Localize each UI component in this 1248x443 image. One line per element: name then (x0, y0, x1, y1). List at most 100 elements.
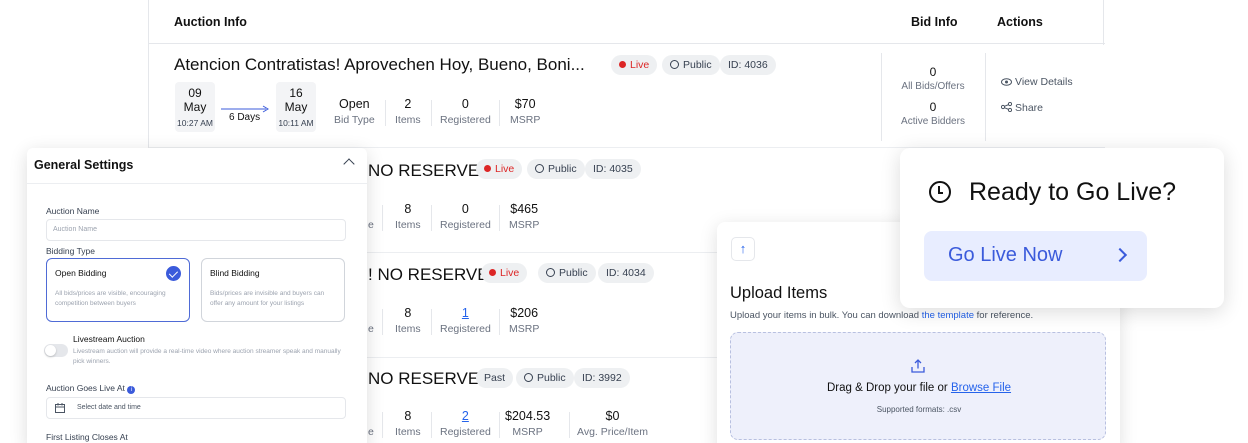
status-badge: Past (476, 368, 514, 388)
auction-title[interactable]: NO RESERVES (368, 161, 491, 181)
go-live-button[interactable]: Go Live Now (924, 231, 1147, 281)
calendar-icon (55, 403, 65, 413)
msrp-stat: $206 MSRP (509, 306, 540, 335)
divider (499, 100, 500, 126)
browse-file-link[interactable]: Browse File (951, 382, 1011, 394)
id-badge: ID: 4034 (598, 263, 654, 283)
goes-live-label: Auction Goes Live At i (46, 383, 136, 394)
dropzone-text: Drag & Drop your file or Browse File (826, 382, 1012, 394)
date-time-input[interactable]: Select date and time (46, 397, 346, 419)
eye-icon (1001, 78, 1012, 86)
go-live-card: Ready to Go Live? Go Live Now (900, 148, 1224, 308)
upload-title: Upload Items (730, 284, 828, 302)
start-date: 09 May 10:27 AM (175, 82, 215, 132)
status-badge: Live (481, 263, 528, 283)
items-stat: 2 Items (395, 97, 421, 126)
info-icon: i (127, 386, 136, 394)
divider (382, 309, 383, 335)
upload-arrow-icon: ↑ (731, 237, 755, 261)
auction-name-input[interactable]: Auction Name (46, 219, 346, 241)
upload-icon (911, 359, 925, 373)
registered-stat[interactable]: 1 Registered (440, 306, 491, 335)
items-stat: 8 Items (395, 202, 421, 231)
divider (881, 53, 882, 141)
live-dot-icon (619, 61, 626, 68)
first-closes-label: First Listing Closes At (46, 432, 128, 442)
duration: 6 Days (229, 112, 261, 123)
registered-stat[interactable]: 2 Registered (440, 409, 491, 438)
chevron-right-icon (1112, 247, 1128, 263)
divider (499, 309, 500, 335)
divider (431, 412, 432, 438)
visibility-badge: Public (527, 159, 585, 179)
divider (385, 100, 386, 126)
divider (569, 412, 570, 438)
globe-icon (524, 373, 533, 382)
msrp-stat: $465 MSRP (509, 202, 540, 231)
table-row[interactable]: Atencion Contratistas! Aprovechen Hoy, B… (149, 45, 1105, 148)
divider (431, 309, 432, 335)
globe-icon (546, 268, 555, 277)
id-badge: ID: 3992 (574, 368, 630, 388)
open-bidding-option[interactable]: Open Bidding All bids/prices are visible… (46, 258, 190, 322)
view-details-link[interactable]: View Details (1001, 76, 1073, 88)
bid-type-stat: Open Bid Type (334, 97, 375, 126)
live-dot-icon (489, 269, 496, 276)
divider (431, 205, 432, 231)
divider (985, 53, 986, 141)
live-dot-icon (484, 165, 491, 172)
divider (382, 205, 383, 231)
bids-stat: 0 All Bids/Offers (901, 65, 965, 92)
settings-title: General Settings (34, 158, 134, 172)
bid-type-stat: e (368, 219, 374, 231)
divider (499, 412, 500, 438)
visibility-badge: Public (516, 368, 574, 388)
share-link[interactable]: Share (1000, 101, 1043, 114)
status-badge: Live (476, 159, 523, 179)
blind-bidding-option[interactable]: Blind Bidding Bids/prices are invisible … (201, 258, 345, 322)
auction-title[interactable]: Atencion Contratistas! Aprovechen Hoy, B… (174, 55, 585, 75)
table-header: Auction Info Bid Info Actions (149, 0, 1105, 44)
msrp-stat: $204.53 MSRP (505, 409, 551, 438)
globe-icon (535, 164, 544, 173)
livestream-title: Livestream Auction (73, 334, 145, 344)
divider (431, 100, 432, 126)
divider (499, 205, 500, 231)
share-icon (1000, 101, 1013, 113)
livestream-toggle[interactable] (44, 344, 68, 357)
check-circle-icon (166, 266, 181, 281)
items-stat: 8 Items (395, 409, 421, 438)
chevron-up-icon[interactable] (343, 158, 355, 170)
supported-formats: Supported formats: .csv (876, 405, 962, 414)
msrp-stat: $70 MSRP (510, 97, 541, 126)
avg-price-stat: $0 Avg. Price/Item (577, 409, 648, 438)
auction-name-label: Auction Name (46, 206, 100, 216)
auction-title[interactable]: ! NO RESERVES (368, 265, 500, 285)
globe-icon (670, 60, 679, 69)
clock-icon (929, 181, 951, 203)
header-auction-info: Auction Info (174, 15, 247, 29)
settings-header[interactable]: General Settings (27, 148, 367, 184)
bidders-stat: 0 Active Bidders (901, 100, 965, 127)
go-live-title: Ready to Go Live? (969, 178, 1177, 206)
header-actions: Actions (997, 15, 1043, 29)
general-settings-panel: General Settings Auction Name Auction Na… (27, 148, 367, 443)
upload-description: Upload your items in bulk. You can downl… (730, 310, 1034, 321)
visibility-badge: Public (662, 55, 720, 75)
bidding-type-label: Bidding Type (46, 246, 95, 256)
bid-type-stat: e (368, 426, 374, 438)
status-badge: Live (611, 55, 658, 75)
registered-stat: 0 Registered (440, 202, 491, 231)
bid-type-stat: e (368, 323, 374, 335)
items-stat: 8 Items (395, 306, 421, 335)
file-dropzone[interactable]: Drag & Drop your file or Browse File Sup… (730, 332, 1106, 440)
template-link[interactable]: the template (922, 310, 974, 321)
visibility-badge: Public (538, 263, 596, 283)
livestream-desc: Livestream auction will provide a real-t… (73, 348, 341, 366)
header-bid-info: Bid Info (911, 15, 958, 29)
registered-stat: 0 Registered (440, 97, 491, 126)
divider (382, 412, 383, 438)
id-badge: ID: 4036 (720, 55, 776, 75)
id-badge: ID: 4035 (585, 159, 641, 179)
end-date: 16 May 10:11 AM (276, 82, 316, 132)
